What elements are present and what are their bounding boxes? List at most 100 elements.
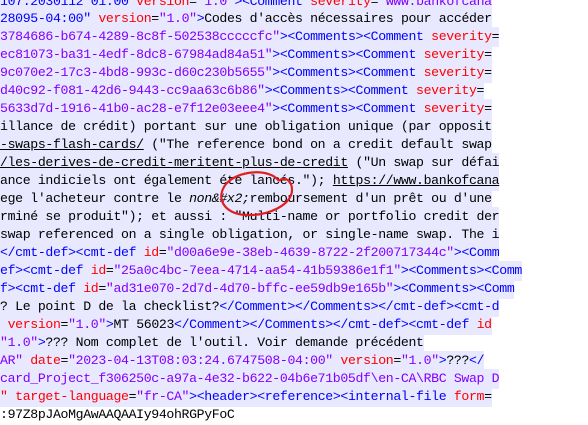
code-token: id [90,263,106,278]
code-token: id [476,317,492,332]
code-token: = [484,47,492,62]
code-line[interactable]: /les-derives-de-credit-meritent-plus-de-… [0,153,500,173]
code-token: 28095-04:00" [0,11,99,26]
code-token: d40c92-f081-42d6-9443-cc9aa63c6b86" [0,83,265,98]
code-token: ec81073-ba31-4edf-8dc8-67984ad84a51" [0,47,273,62]
code-line[interactable]: " target-language = "fr-CA"><header><refer… [0,387,492,407]
code-line[interactable]: version="1.0">MT 56023</Comment></Commen… [0,315,492,335]
code-line[interactable]: ege l'acheteur contre le non&#x2;rembour… [0,189,492,209]
code-token: swap referenced on a single obligation, … [0,227,500,242]
code-token: ><Comments><Comment [279,29,424,44]
code-token: version [136,0,190,9]
code-token: "1.0" [400,353,439,368]
code-line[interactable]: illance de crédit) portant sur une oblig… [0,117,492,137]
code-token: AR" [0,353,23,368]
code-token: 5633d7d-1916-41b0-ac28-e7f12e03eee4" [0,101,273,116]
code-token: severity [423,29,492,44]
code-token: id [83,281,99,296]
code-line[interactable]: 5633d7d-1916-41b0-ac28-e7f12e03eee4"><Co… [0,99,492,119]
code-token: non&#x2; [189,191,250,206]
code-token: https://www.bankofcana [332,173,500,188]
code-token: </cmt-def><cmt-def [0,245,144,260]
code-token: = [484,101,492,116]
code-token: ??? [446,353,470,368]
code-line[interactable]: d40c92-f081-42d6-9443-cc9aa63c6b86"><Com… [0,81,484,101]
code-editor-view[interactable]: 107.2030112 01:00 version="1.0"><Comment… [0,0,588,425]
code-line[interactable]: :97Z8pJAoMgAwAAQAAIy94ohRGPyFoC [0,405,235,425]
code-token: = [151,11,159,26]
code-token: ("The reference bond on a credit default… [143,137,492,152]
code-line[interactable]: f><cmt-def id="ad31e070-2d7d-4d70-bffc-e… [0,279,515,299]
code-token: "2023-04-13T08:03:24.6747508-04:00" [68,353,333,368]
code-token: ><Comments><Comment [264,83,409,98]
code-token: /les-derives-de-credit-meritent-plus-de-… [0,155,348,170]
code-line[interactable]: 9c070e2-17c3-4bd8-993c-d60c230b5655"><Co… [0,63,492,83]
code-token: ef><cmt-def [0,263,91,278]
code-token: version [332,353,394,368]
code-line[interactable]: swap referenced on a single obligation, … [0,225,500,245]
code-line[interactable]: card_Project_f306250c-a97a-4e32-b622-04b… [0,369,500,389]
code-token: date [22,353,61,368]
code-line[interactable]: ef><cmt-def id="25a0c4bc-7eea-4714-aa54-… [0,261,522,281]
code-token: = [393,353,401,368]
code-token: ("Un swap sur défai [347,155,500,170]
code-token: " target-language [0,389,129,404]
code-token: id [143,245,159,260]
code-token: = [484,65,492,80]
code-token: ><Comm [453,245,500,260]
code-token: card_Project_f306250c-a97a-4e32-b622-04b… [0,371,500,386]
code-token: = [60,353,69,368]
code-line[interactable]: ? Le point D de la checklist?</Comment><… [0,297,500,317]
code-token: </ [469,353,485,368]
code-token: Codes d'accès nécessaires pour accéder [204,11,492,26]
code-token: ><Comments><Comment [272,65,417,80]
code-token: MT 56023 [113,317,175,332]
code-token: 3784686-b674-4289-8c8f-502538cccccfc" [0,29,280,44]
code-token: ??? Nom complet de l'outil. Voir demande… [45,335,424,350]
code-line[interactable]: "1.0">??? Nom complet de l'outil. Voir d… [0,333,424,353]
code-line[interactable]: ec81073-ba31-4edf-8dc8-67984ad84a51"><Co… [0,45,492,65]
code-token: "1.0" [196,0,235,9]
code-token: "25a0c4bc-7eea-4714-aa54-41b59386e1f1" [113,263,401,278]
code-token: form [446,389,485,404]
code-token: "1.0" [68,317,106,332]
code-token: ><header><reference><internal-file [189,389,447,404]
code-token: severity [302,0,371,9]
code-token: </Comment></Comments></cmt-def><cmt-def [174,317,477,332]
code-token: :97Z8pJAoMgAwAAQAAIy94ohRGPyFoC [0,407,235,422]
code-token: "ad31e070-2d7d-4d70-bffc-ee59db9e165b" [105,281,394,296]
code-token: ><Comments><Comment [272,47,417,62]
code-line[interactable]: -swaps-flash-cards/ ("The reference bond… [0,135,492,155]
code-token: ege l'acheteur contre le [0,191,190,206]
code-token: = [491,29,500,44]
code-token: "www.bankofcana [378,0,492,9]
code-token: remboursement d'un prêt ou d'une [249,191,492,206]
code-token: ><Comments><Comm [393,281,515,296]
code-token: f><cmt-def [0,281,84,296]
code-token: ance indiciels ont également été lancés.… [0,173,333,188]
code-token: = [98,281,106,296]
code-token: > [105,317,114,332]
code-token: severity [416,101,485,116]
code-token: "1.0" [158,11,197,26]
code-token: = [484,389,492,404]
code-token: ><Comments><Comm [400,263,522,278]
code-token: "d00a6e9e-38eb-4639-8722-2f200717344c" [166,245,454,260]
code-token: version [0,317,61,332]
code-line[interactable]: </cmt-def><cmt-def id="d00a6e9e-38eb-463… [0,243,500,263]
code-token: = [60,317,69,332]
code-line[interactable]: 3784686-b674-4289-8c8f-502538cccccfc"><C… [0,27,500,47]
code-token: severity [416,47,485,62]
code-line[interactable]: AR" date="2023-04-13T08:03:24.6747508-04… [0,351,485,371]
code-line[interactable]: ance indiciels ont également été lancés.… [0,171,500,191]
code-line[interactable]: 28095-04:00" version="1.0">Codes d'accès… [0,9,492,29]
code-token: -swaps-flash-cards/ [0,137,144,152]
code-token: severity [416,65,485,80]
code-line[interactable]: rminé se produit"); et aussi : "Multi-na… [0,207,500,227]
code-token: "fr-CA" [136,389,190,404]
code-token: 107.2030112 01:00 [0,0,137,9]
code-token: ><Comment [234,0,303,9]
code-token: </Comment></Comments></cmt-def><cmt-d [219,299,500,314]
code-token: version [98,11,152,26]
code-token: = [476,83,485,98]
